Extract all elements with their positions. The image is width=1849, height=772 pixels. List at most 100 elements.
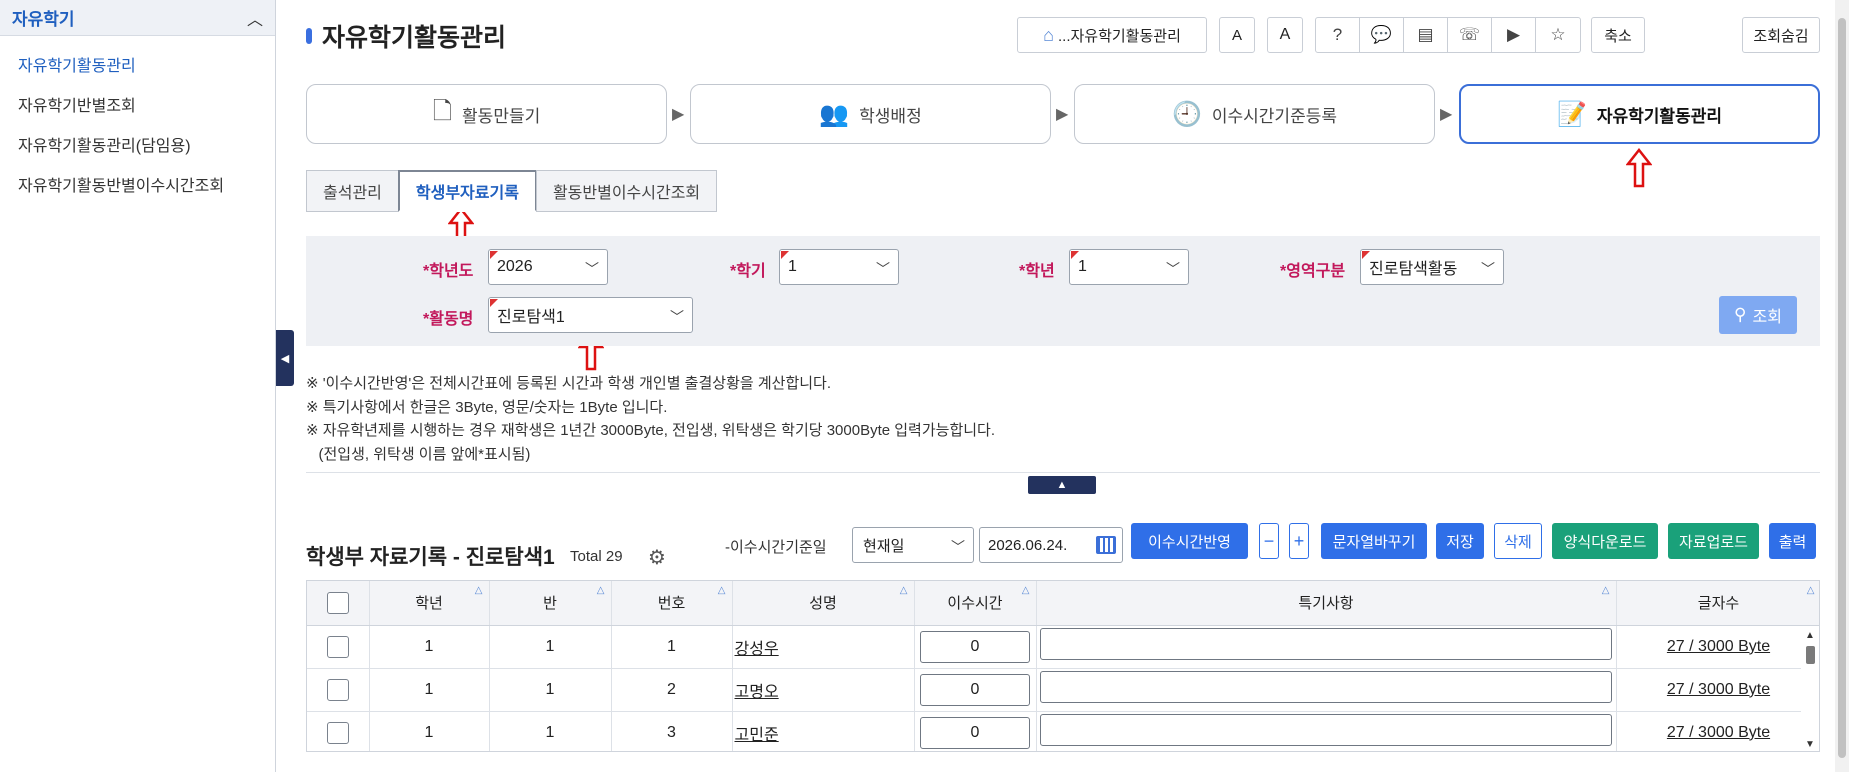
- divider: [306, 472, 1820, 473]
- select-all-header: [307, 581, 370, 626]
- tab-record-entry[interactable]: 학생부자료기록: [397, 170, 537, 212]
- help-icon[interactable]: ?: [1316, 18, 1360, 52]
- calendar-icon[interactable]: [1096, 536, 1116, 554]
- remarks-input[interactable]: [1040, 671, 1612, 703]
- step-hours-standard[interactable]: 🕘 이수시간기준등록: [1074, 84, 1435, 144]
- sort-icon[interactable]: △: [597, 585, 605, 596]
- table-scrollbar[interactable]: ▲ ▼: [1801, 628, 1819, 751]
- area-select[interactable]: 진로탐색활동 ﹀: [1360, 249, 1504, 285]
- breadcrumb-home-button[interactable]: ⌂ ...자유학기활동관리: [1017, 17, 1207, 53]
- table-row[interactable]: 1 1 3 고민준 0 27 / 3000 Byte: [307, 711, 1819, 751]
- chevron-down-icon: ﹀: [585, 261, 599, 277]
- search-button[interactable]: ⚲ 조회: [1719, 296, 1797, 334]
- sort-icon[interactable]: △: [1602, 585, 1610, 596]
- grade-select[interactable]: 1 ﹀: [1069, 249, 1189, 285]
- row-checkbox[interactable]: [326, 678, 349, 701]
- table-row[interactable]: 1 1 2 고명오 0 27 / 3000 Byte: [307, 668, 1819, 712]
- search-button-label: 조회: [1752, 309, 1782, 326]
- sort-icon[interactable]: △: [475, 585, 483, 596]
- hours-basis-select[interactable]: 현재일 ﹀: [852, 527, 974, 563]
- save-button[interactable]: 저장: [1436, 523, 1484, 559]
- breadcrumb-label: ...자유학기활동관리: [1057, 27, 1181, 45]
- sort-icon[interactable]: △: [1807, 585, 1815, 596]
- col-header-number[interactable]: 번호 △: [611, 581, 733, 626]
- sidebar-item-class-view[interactable]: 자유학기반별조회: [0, 84, 275, 124]
- sort-icon[interactable]: △: [718, 585, 726, 596]
- cell-number: 3: [611, 711, 733, 751]
- shrink-button[interactable]: 축소: [1591, 17, 1645, 53]
- cell-class: 1: [489, 668, 612, 712]
- note-line: ※ '이수시간반영'은 전체시간표에 등록된 시간과 학생 개인별 출결상황을 …: [306, 375, 832, 392]
- table-row[interactable]: 1 1 1 강성우 0 27 / 3000 Byte: [307, 625, 1819, 669]
- hours-input[interactable]: 0: [920, 673, 1030, 706]
- col-header-grade[interactable]: 학년 △: [369, 581, 490, 626]
- scrollbar-thumb[interactable]: [1806, 646, 1815, 664]
- page-scrollbar[interactable]: [1835, 0, 1849, 772]
- video-icon[interactable]: ▶: [1492, 18, 1536, 52]
- sidebar-menu: 자유학기활동관리 자유학기반별조회 자유학기활동관리(담임용) 자유학기활동반별…: [0, 36, 275, 204]
- sidebar-item-hours-view[interactable]: 자유학기활동반별이수시간조회: [0, 164, 275, 204]
- col-header-hours[interactable]: 이수시간 △: [914, 581, 1037, 626]
- sidebar-header[interactable]: 자유학기 ︿: [0, 0, 275, 36]
- sort-icon[interactable]: △: [900, 585, 908, 596]
- chevron-down-icon: ﹀: [876, 261, 890, 277]
- select-all-checkbox[interactable]: [326, 591, 349, 614]
- step-assign-students[interactable]: 👥 학생배정: [690, 84, 1051, 144]
- row-checkbox[interactable]: [326, 721, 349, 744]
- apply-hours-button[interactable]: 이수시간반영: [1131, 523, 1248, 559]
- cell-class: 1: [489, 711, 612, 751]
- student-name-link[interactable]: 강성우: [735, 641, 779, 658]
- tab-hours-by-class[interactable]: 활동반별이수시간조회: [535, 170, 718, 212]
- upload-data-button[interactable]: 자료업로드: [1668, 523, 1759, 559]
- col-header-name[interactable]: 성명 △: [732, 581, 915, 626]
- minus-button[interactable]: −: [1259, 523, 1279, 559]
- collapse-filter-toggle[interactable]: ▲: [1028, 476, 1096, 494]
- document-icon[interactable]: ▤: [1404, 18, 1448, 52]
- print-button[interactable]: 출력: [1769, 523, 1816, 559]
- replace-text-button[interactable]: 문자열바꾸기: [1321, 523, 1427, 559]
- byte-count-link[interactable]: 27 / 3000 Byte: [1667, 724, 1770, 741]
- col-header-remarks[interactable]: 특기사항 △: [1036, 581, 1617, 626]
- sidebar-collapse-handle[interactable]: ◀: [276, 330, 294, 386]
- font-increase-button[interactable]: A: [1267, 17, 1303, 53]
- star-icon[interactable]: ☆: [1536, 18, 1580, 52]
- byte-count-link[interactable]: 27 / 3000 Byte: [1667, 681, 1770, 698]
- people-icon: 👥: [819, 100, 850, 128]
- chat-icon[interactable]: 💬: [1360, 18, 1404, 52]
- activity-label: *활동명: [423, 311, 474, 328]
- student-name-link[interactable]: 고명오: [735, 684, 779, 701]
- sort-icon[interactable]: △: [1022, 585, 1030, 596]
- remarks-input[interactable]: [1040, 628, 1612, 660]
- hours-input[interactable]: 0: [920, 630, 1030, 663]
- step-create-activity[interactable]: 🗋 활동만들기: [306, 84, 667, 144]
- scroll-up-icon[interactable]: ▲: [1805, 630, 1815, 641]
- step-label: 자유학기활동관리: [1596, 106, 1722, 126]
- cell-class: 1: [489, 625, 612, 669]
- student-name-link[interactable]: 고민준: [735, 727, 779, 744]
- remarks-input[interactable]: [1040, 714, 1612, 746]
- delete-button[interactable]: 삭제: [1494, 523, 1542, 559]
- scroll-down-icon[interactable]: ▼: [1805, 739, 1815, 750]
- sidebar-item-homeroom-management[interactable]: 자유학기활동관리(담임용): [0, 124, 275, 164]
- hours-input[interactable]: 0: [920, 716, 1030, 749]
- col-header-bytes[interactable]: 글자수 △: [1616, 581, 1819, 626]
- byte-count-link[interactable]: 27 / 3000 Byte: [1667, 638, 1770, 655]
- semester-select[interactable]: 1 ﹀: [779, 249, 899, 285]
- date-input[interactable]: 2026.06.24.: [979, 527, 1123, 563]
- chevron-up-icon[interactable]: ︿: [247, 6, 263, 30]
- col-header-class[interactable]: 반 △: [489, 581, 612, 626]
- row-checkbox[interactable]: [326, 635, 349, 658]
- phone-icon[interactable]: ☏: [1448, 18, 1492, 52]
- page-scrollbar-thumb[interactable]: [1838, 18, 1846, 758]
- font-decrease-button[interactable]: A: [1219, 17, 1255, 53]
- activity-select[interactable]: 진로탐색1 ﹀: [488, 297, 693, 333]
- title-accent-bar: [306, 28, 312, 44]
- year-select[interactable]: 2026 ﹀: [488, 249, 608, 285]
- tab-attendance[interactable]: 출석관리: [306, 170, 399, 212]
- hide-search-button[interactable]: 조회숨김: [1742, 17, 1820, 53]
- step-activity-management[interactable]: 📝 자유학기활동관리: [1459, 84, 1820, 144]
- sidebar-item-activity-management[interactable]: 자유학기활동관리: [0, 44, 275, 84]
- download-template-button[interactable]: 양식다운로드: [1552, 523, 1658, 559]
- gear-icon[interactable]: ⚙: [648, 545, 666, 570]
- plus-button[interactable]: +: [1289, 523, 1309, 559]
